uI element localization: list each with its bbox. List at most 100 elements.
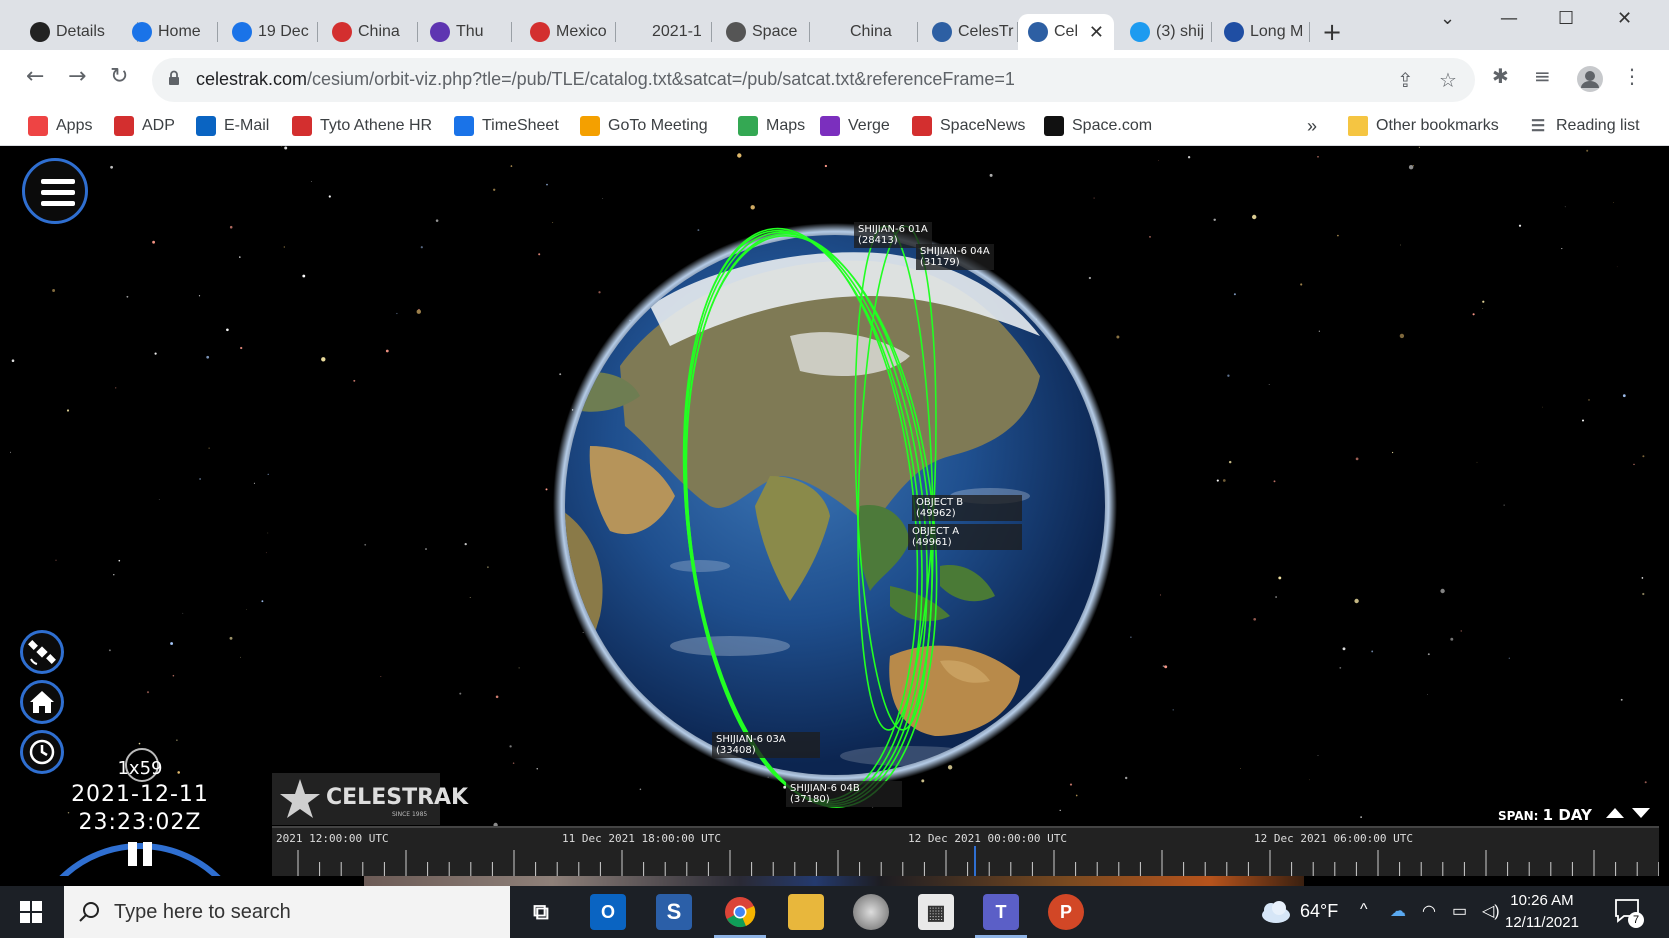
star (240, 656, 241, 658)
windows-start-icon[interactable] (20, 901, 42, 923)
browser-tab[interactable]: 19 Dec (222, 14, 318, 50)
star (353, 379, 356, 382)
timeline-thumbnail-strip (364, 876, 1304, 886)
bookmark-item[interactable]: Space.com (1044, 116, 1152, 136)
weather-cloud-icon[interactable] (1258, 900, 1292, 924)
outlook-app-icon[interactable]: O (590, 894, 626, 930)
star (310, 180, 312, 182)
teams-app-icon[interactable]: T (983, 894, 1019, 930)
star (416, 309, 421, 314)
bookmark-item[interactable]: ADP (114, 116, 175, 136)
browser-tab[interactable]: Mexico (520, 14, 616, 50)
star (152, 240, 156, 244)
show-hidden-icons[interactable]: ^ (1360, 901, 1368, 919)
sat-label-object-a[interactable]: OBJECT A (49961) (908, 524, 1022, 550)
pro-app-icon[interactable] (853, 894, 889, 930)
star (113, 574, 115, 576)
menu-button[interactable] (22, 158, 88, 224)
bookmarks-overflow-button[interactable]: » (1307, 116, 1317, 137)
extensions-icon[interactable]: ✱ (1492, 64, 1509, 88)
star (1317, 156, 1319, 158)
star (1408, 165, 1414, 170)
sat-label-shijian-6-03a[interactable]: SHIJIAN-6 03A (33408) (712, 732, 820, 758)
sat-label-object-b[interactable]: OBJECT B (49962) (912, 495, 1022, 521)
close-window-icon[interactable]: ✕ (1617, 8, 1632, 29)
tab-separator (809, 22, 810, 42)
bookmark-item[interactable]: SpaceNews (912, 116, 1025, 136)
profile-avatar-icon[interactable] (1576, 65, 1604, 93)
tab-separator (417, 22, 418, 42)
browser-tab[interactable]: Home (122, 14, 218, 50)
star (1318, 330, 1320, 332)
tab-search-icon[interactable]: ⌄ (1440, 8, 1455, 29)
cesium-viewer[interactable]: SHIJIAN-6 01A (28413) SHIJIAN-6 04A (31179… (10, 146, 1659, 876)
sat-label-shijian-6-04a[interactable]: SHIJIAN-6 04A (31179) (916, 244, 994, 270)
media-control-icon[interactable]: ≡ (1534, 64, 1551, 88)
bookmark-item[interactable]: TimeSheet (454, 116, 559, 136)
share-icon[interactable]: ⇪ (1397, 68, 1414, 92)
bookmark-item[interactable]: Tyto Athene HR (292, 116, 432, 136)
minimize-icon[interactable]: — (1500, 8, 1518, 29)
bookmark-item[interactable]: E-Mail (196, 116, 269, 136)
browser-tab[interactable]: China (322, 14, 418, 50)
powerpoint-app-icon[interactable]: P (1048, 894, 1084, 930)
bookmark-star-icon[interactable]: ☆ (1439, 68, 1457, 92)
span-increase-icon[interactable] (1606, 808, 1624, 818)
taskbar-search-box[interactable]: Type here to search (64, 886, 510, 938)
bookmark-item[interactable]: GoTo Meeting (580, 116, 708, 136)
back-icon[interactable]: ← (26, 64, 44, 89)
star (239, 256, 241, 258)
star (1399, 333, 1405, 339)
address-bar[interactable]: celestrak.com/cesium/orbit-viz.php?tle=/… (152, 58, 1475, 102)
weather-temp[interactable]: 64°F (1300, 901, 1338, 922)
task-view-icon[interactable]: ⧉ (523, 894, 559, 930)
s-app-icon[interactable]: S (656, 894, 692, 930)
span-decrease-icon[interactable] (1632, 808, 1650, 818)
new-tab-button[interactable]: + (1322, 18, 1342, 46)
home-button[interactable] (20, 680, 64, 724)
satellite-button[interactable] (20, 630, 64, 674)
browser-tab[interactable]: CelesTr (922, 14, 1018, 50)
timeline[interactable]: 2021 12:00:00 UTC 11 Dec 2021 18:00:00 U… (272, 826, 1659, 876)
volume-icon[interactable]: ◁) (1482, 901, 1500, 921)
reload-icon[interactable]: ↻ (110, 64, 128, 89)
sat-label-shijian-6-04b[interactable]: SHIJIAN-6 04B (37180) (786, 781, 902, 807)
browser-tab[interactable]: Space (716, 14, 810, 50)
chrome-app-icon[interactable] (722, 894, 758, 930)
star (750, 205, 755, 210)
browser-tab[interactable]: 2021-1 (616, 14, 712, 50)
bookmarks-bar: Apps ADP E-Mail Tyto Athene HR TimeSheet GoTo… (0, 110, 1669, 146)
browser-tab[interactable]: China (814, 14, 918, 50)
browser-tab[interactable]: Cel ✕ (1018, 14, 1114, 50)
taskbar-clock[interactable]: 10:26 AM 12/11/2021 (1505, 890, 1579, 934)
star (697, 229, 700, 232)
star (208, 447, 210, 449)
battery-icon[interactable]: ▭ (1452, 901, 1467, 921)
star (126, 295, 129, 298)
close-tab-icon[interactable]: ✕ (1089, 22, 1104, 43)
pause-button[interactable] (128, 842, 154, 866)
bookmark-item[interactable]: Verge (820, 116, 890, 136)
browser-tab[interactable]: Long M (1214, 14, 1310, 50)
tab-title: 19 Dec (258, 23, 309, 40)
sat-id: (49962) (916, 508, 956, 519)
notifications-button[interactable]: 7 (1614, 898, 1644, 928)
menu-kebab-icon[interactable]: ⋮ (1622, 64, 1642, 88)
calculator-icon[interactable]: ▦ (918, 894, 954, 930)
other-bookmarks-folder[interactable]: Other bookmarks (1348, 116, 1499, 136)
maximize-icon[interactable]: ☐ (1558, 8, 1574, 29)
bookmark-item[interactable]: Apps (28, 116, 92, 136)
reading-list-button[interactable]: ☰ Reading list (1528, 116, 1640, 136)
onedrive-icon[interactable]: ☁ (1390, 901, 1406, 921)
file-explorer-icon[interactable] (788, 894, 824, 930)
forward-icon[interactable]: → (68, 64, 86, 89)
star (1588, 399, 1590, 401)
bookmark-item[interactable]: Maps (738, 116, 805, 136)
wifi-icon[interactable]: ◠ (1422, 901, 1436, 921)
tab-separator (917, 22, 918, 42)
star (510, 165, 513, 167)
browser-tab[interactable]: Thu (420, 14, 512, 50)
star (1371, 650, 1374, 653)
browser-tab[interactable]: (3) shij (1120, 14, 1212, 50)
browser-tab[interactable]: Details (20, 14, 138, 50)
